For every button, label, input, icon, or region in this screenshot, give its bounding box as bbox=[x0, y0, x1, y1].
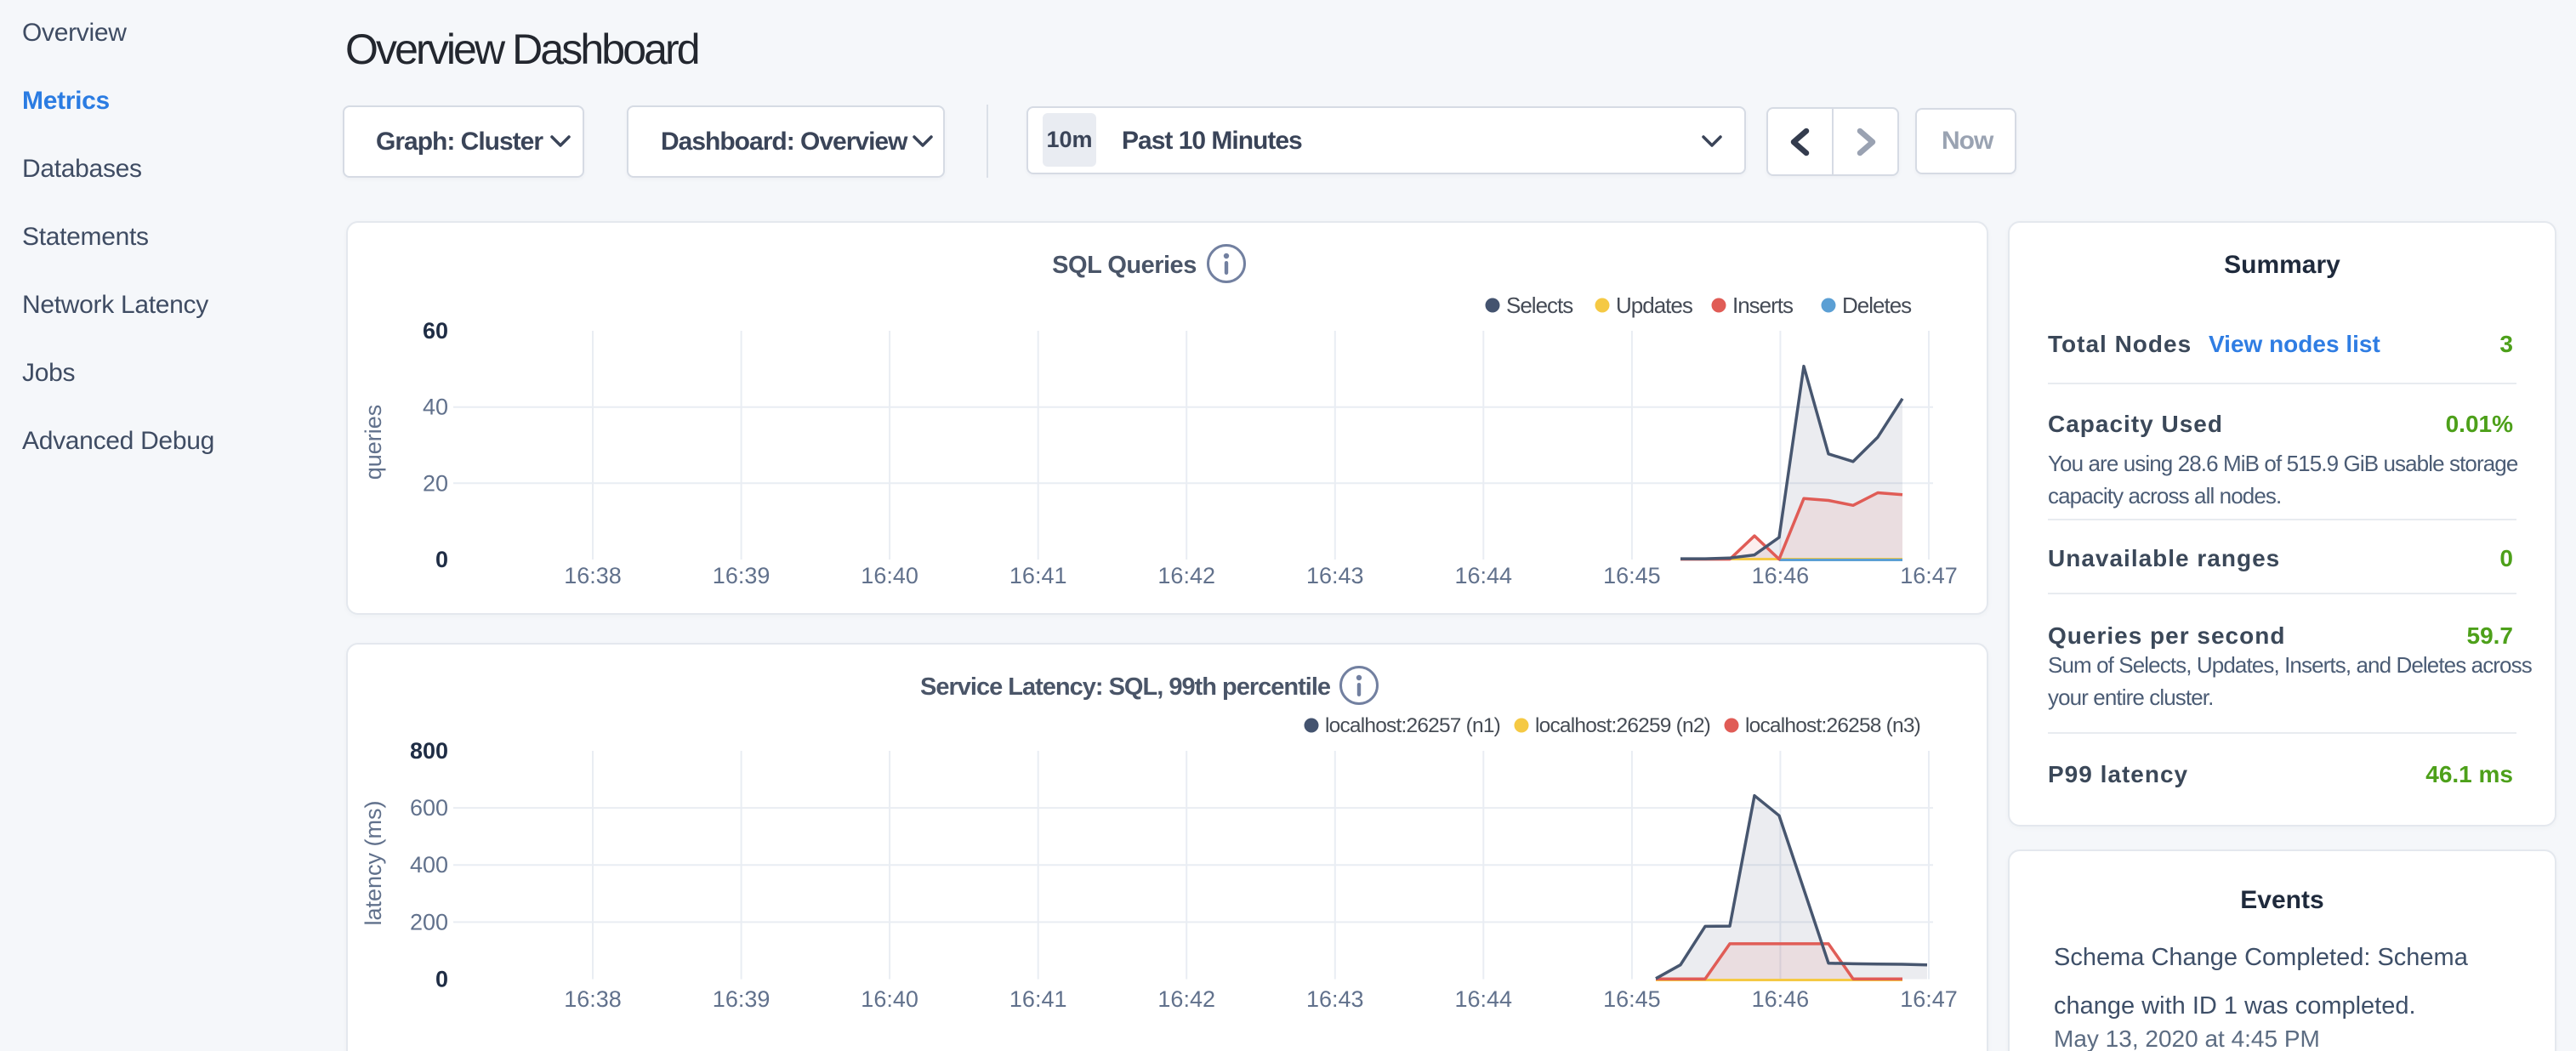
svg-text:0: 0 bbox=[435, 547, 448, 572]
svg-text:16:39: 16:39 bbox=[713, 563, 771, 588]
svg-text:16:44: 16:44 bbox=[1455, 986, 1513, 1012]
svg-text:16:45: 16:45 bbox=[1603, 986, 1661, 1012]
svg-text:16:42: 16:42 bbox=[1157, 563, 1215, 588]
svg-text:localhost:26257 (n1): localhost:26257 (n1) bbox=[1325, 714, 1500, 737]
svg-text:16:39: 16:39 bbox=[713, 986, 771, 1012]
svg-text:16:38: 16:38 bbox=[564, 563, 622, 588]
svg-text:16:47: 16:47 bbox=[1900, 986, 1958, 1012]
svg-text:40: 40 bbox=[423, 395, 448, 420]
svg-text:16:38: 16:38 bbox=[564, 986, 622, 1012]
svg-text:16:41: 16:41 bbox=[1009, 986, 1067, 1012]
svg-text:60: 60 bbox=[423, 318, 448, 344]
svg-text:16:43: 16:43 bbox=[1306, 563, 1364, 588]
svg-text:16:40: 16:40 bbox=[861, 986, 918, 1012]
svg-text:Inserts: Inserts bbox=[1732, 293, 1794, 318]
svg-text:latency (ms): latency (ms) bbox=[361, 800, 386, 925]
svg-text:16:45: 16:45 bbox=[1603, 563, 1661, 588]
svg-text:400: 400 bbox=[410, 852, 448, 878]
svg-text:Selects: Selects bbox=[1506, 293, 1573, 318]
svg-text:localhost:26258 (n3): localhost:26258 (n3) bbox=[1745, 714, 1920, 737]
svg-text:20: 20 bbox=[423, 470, 448, 496]
svg-text:16:44: 16:44 bbox=[1455, 563, 1513, 588]
svg-text:16:41: 16:41 bbox=[1009, 563, 1067, 588]
svg-text:800: 800 bbox=[410, 738, 448, 764]
svg-text:Deletes: Deletes bbox=[1842, 293, 1912, 318]
svg-text:16:46: 16:46 bbox=[1752, 563, 1810, 588]
svg-text:0: 0 bbox=[435, 967, 448, 992]
svg-text:SQL Queries: SQL Queries bbox=[1052, 252, 1197, 279]
svg-text:200: 200 bbox=[410, 909, 448, 935]
svg-text:16:46: 16:46 bbox=[1752, 986, 1810, 1012]
svg-text:Updates: Updates bbox=[1616, 293, 1693, 318]
svg-text:16:40: 16:40 bbox=[861, 563, 918, 588]
svg-text:600: 600 bbox=[410, 795, 448, 821]
svg-text:Service Latency: SQL, 99th per: Service Latency: SQL, 99th percentile bbox=[920, 673, 1331, 701]
svg-text:16:43: 16:43 bbox=[1306, 986, 1364, 1012]
svg-text:16:42: 16:42 bbox=[1157, 986, 1215, 1012]
svg-text:queries: queries bbox=[361, 405, 386, 480]
svg-text:16:47: 16:47 bbox=[1900, 563, 1958, 588]
svg-text:localhost:26259 (n2): localhost:26259 (n2) bbox=[1535, 714, 1710, 737]
